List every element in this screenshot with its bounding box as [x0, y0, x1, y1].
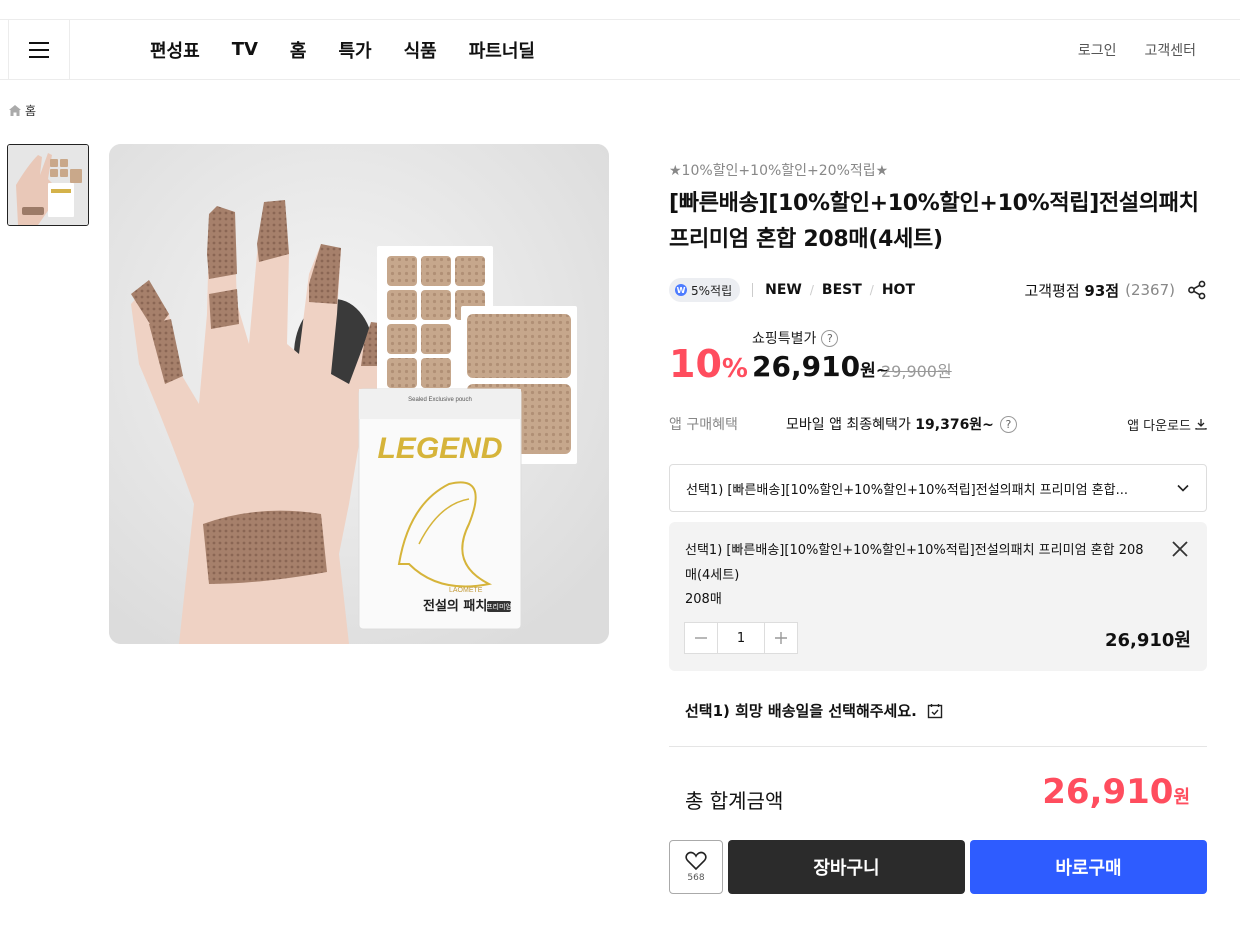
original-price: 29,900원: [881, 362, 952, 381]
badges-row: W 5%적립 NEW / BEST / HOT 고객평점 93점 (2367): [669, 278, 1207, 302]
product-title: [빠른배송][10%할인+10%할인+10%적립]전설의패치 프리미엄 혼합 2…: [669, 191, 1199, 252]
app-download-label: 앱 다운로드: [1127, 418, 1191, 434]
app-benefit-label: 앱 구매혜택: [669, 417, 738, 433]
discount-unit: %: [721, 354, 748, 384]
sale-price: 26,910원~: [752, 350, 890, 383]
pouch-brand: LEGEND: [377, 432, 502, 465]
product-photo: Sealed Exclusive pouch LEGEND LAOMETE 전설…: [109, 144, 609, 644]
delivery-date-selector[interactable]: 선택1) 희망 배송일을 선택해주세요.: [685, 700, 943, 721]
app-benefit-text: 모바일 앱 최종혜택가 19,376원~: [786, 414, 994, 434]
calendar-check-icon: [927, 703, 943, 718]
pouch-sub: 프리미엄: [486, 602, 512, 611]
point-badge-label: 5%적립: [691, 283, 733, 298]
point-badge: W 5%적립: [669, 278, 741, 302]
nav-partner-deal[interactable]: 파트너딜: [469, 37, 535, 63]
promo-text: ★10%할인+10%할인+20%적립★: [669, 163, 889, 179]
share-icon[interactable]: [1187, 280, 1207, 300]
total-amount-number: 26,910: [1042, 772, 1174, 812]
product-info: ★10%할인+10%할인+20%적립★ [빠른배송][10%할인+10%할인+1…: [669, 160, 1207, 434]
customer-rating[interactable]: 고객평점 93점 (2367): [1024, 280, 1207, 301]
w-point-icon: W: [675, 284, 687, 296]
discount-number: 10: [669, 342, 722, 386]
price-label-text: 쇼핑특별가: [752, 331, 817, 347]
chevron-down-icon: [1177, 484, 1189, 492]
main-nav: 편성표 TV 홈 특가 식품 파트너딜: [150, 20, 567, 79]
rating-value: 93점: [1084, 281, 1120, 300]
rating-label: 고객평점: [1024, 281, 1080, 300]
sale-price-number: 26,910: [752, 350, 861, 383]
option-select[interactable]: 선택1) [빠른배송][10%할인+10%할인+10%적립]전설의패치 프리미엄…: [669, 464, 1207, 512]
price-help-icon[interactable]: ?: [821, 329, 839, 347]
tag-new: NEW: [765, 282, 802, 298]
pouch-name: 전설의 패치: [423, 598, 487, 614]
pouch-logo: LAOMETE: [449, 587, 483, 594]
nav-schedule[interactable]: 편성표: [150, 37, 200, 63]
wishlist-button[interactable]: 568: [669, 840, 723, 894]
rating-count: (2367): [1125, 281, 1175, 299]
selected-option-name: 선택1) [빠른배송][10%할인+10%할인+10%적립]전설의패치 프리미엄…: [685, 543, 1144, 583]
nav-home[interactable]: 홈: [290, 37, 307, 63]
app-benefit-row: 앱 구매혜택 모바일 앱 최종혜택가 19,376원~ ? 앱 다운로드: [669, 414, 1207, 434]
close-icon[interactable]: [1171, 540, 1189, 558]
header: 편성표 TV 홈 특가 식품 파트너딜 로그인 고객센터: [0, 20, 1240, 80]
option-select-text: 선택1) [빠른배송][10%할인+10%할인+10%적립]전설의패치 프리미엄…: [686, 482, 1128, 498]
selected-option-price: 26,910원: [1104, 630, 1191, 651]
login-link[interactable]: 로그인: [1078, 40, 1117, 60]
product-thumbnail[interactable]: [7, 144, 89, 226]
total-amount: 26,910원: [1042, 772, 1190, 812]
customer-center-link[interactable]: 고객센터: [1144, 40, 1196, 60]
app-benefit-desc: 모바일 앱 최종혜택가: [786, 417, 911, 433]
hamburger-menu-button[interactable]: [8, 20, 70, 79]
pouch-caption: Sealed Exclusive pouch: [408, 397, 472, 403]
utility-links: 로그인 고객센터: [1078, 20, 1196, 79]
price-label: 쇼핑특별가 ?: [752, 328, 839, 348]
quantity-input[interactable]: 1: [717, 623, 765, 653]
app-download-link[interactable]: 앱 다운로드: [1127, 415, 1207, 434]
tag-hot: HOT: [881, 282, 915, 298]
tag-best: BEST: [821, 282, 862, 298]
breadcrumb-home[interactable]: 홈: [25, 102, 36, 119]
selected-option-count: 208매: [685, 592, 722, 607]
home-icon[interactable]: [9, 105, 21, 116]
total-amount-unit: 원: [1173, 787, 1190, 808]
breadcrumb: 홈: [9, 102, 36, 119]
wishlist-count: 568: [687, 873, 705, 883]
minus-icon: [695, 637, 707, 639]
buy-now-button[interactable]: 바로구매: [970, 840, 1207, 894]
cart-button[interactable]: 장바구니: [728, 840, 965, 894]
app-benefit-help-icon[interactable]: ?: [999, 415, 1017, 433]
plus-icon: [775, 632, 787, 644]
delivery-date-text: 선택1) 희망 배송일을 선택해주세요.: [685, 702, 917, 720]
selected-option-card: 선택1) [빠른배송][10%할인+10%할인+10%적립]전설의패치 프리미엄…: [669, 522, 1207, 671]
download-icon: [1195, 419, 1207, 430]
total-label: 총 합계금액: [685, 789, 784, 813]
discount-rate: 10%: [669, 342, 748, 386]
product-main-image: Sealed Exclusive pouch LEGEND LAOMETE 전설…: [109, 144, 609, 644]
decrease-button[interactable]: [685, 623, 717, 653]
nav-food[interactable]: 식품: [404, 37, 437, 63]
nav-special[interactable]: 특가: [338, 37, 371, 63]
thumbnail-image: [8, 145, 88, 225]
increase-button[interactable]: [765, 623, 797, 653]
nav-tv[interactable]: TV: [232, 39, 258, 60]
heart-icon: [685, 851, 707, 871]
quantity-stepper: 1: [684, 622, 798, 654]
app-benefit-price: 19,376원~: [915, 417, 994, 433]
hamburger-icon: [29, 41, 49, 58]
